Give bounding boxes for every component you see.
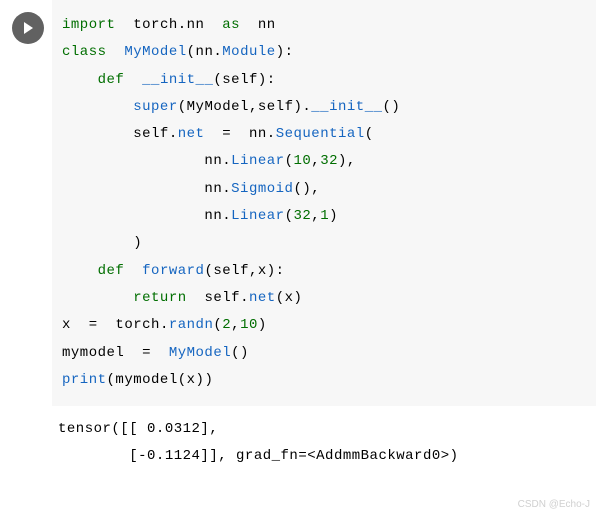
- play-icon: [21, 21, 35, 35]
- var-x3: x: [187, 372, 196, 388]
- num-10b: 10: [240, 317, 258, 333]
- num-2: 2: [222, 317, 231, 333]
- watermark: CSDN @Echo-J: [518, 499, 590, 510]
- class-mymodel2: MyModel: [169, 345, 231, 361]
- code-editor[interactable]: import torch.nn as nn class MyModel(nn.M…: [52, 0, 596, 406]
- num-32a: 32: [320, 153, 338, 169]
- num-10a: 10: [293, 153, 311, 169]
- arg-self2: self: [213, 263, 249, 279]
- class-module: Module: [222, 44, 275, 60]
- class-linear2: Linear: [231, 208, 284, 224]
- keyword-def2: def: [98, 263, 125, 279]
- attr-net2: net: [249, 290, 276, 306]
- fn-super: super: [133, 99, 178, 115]
- class-sequential: Sequential: [276, 126, 365, 142]
- ident-nn-seq: nn: [249, 126, 267, 142]
- attr-net: net: [178, 126, 205, 142]
- ident-mymodel: MyModel: [187, 99, 249, 115]
- mod-torch2: torch: [115, 317, 160, 333]
- module-torch: torch: [133, 17, 178, 33]
- arg-self: self: [222, 72, 258, 88]
- keyword-return: return: [133, 290, 186, 306]
- code-cell: import torch.nn as nn class MyModel(nn.M…: [0, 0, 596, 406]
- module-nn: nn: [187, 17, 205, 33]
- var-x-ret: x: [285, 290, 294, 306]
- class-mymodel: MyModel: [124, 44, 186, 60]
- ident-nn-lin1: nn: [204, 153, 222, 169]
- fn-randn: randn: [169, 317, 214, 333]
- run-button[interactable]: [12, 12, 44, 44]
- output-line-2: [-0.1124]], grad_fn=<AddmmBackward0>): [58, 448, 459, 464]
- ident-self: self: [258, 99, 294, 115]
- var-mymodel2: mymodel: [115, 372, 177, 388]
- var-mymodel: mymodel: [62, 345, 124, 361]
- class-sigmoid: Sigmoid: [231, 181, 293, 197]
- arg-x: x: [258, 263, 267, 279]
- fn-init-call: __init__: [311, 99, 382, 115]
- method-init: __init__: [142, 72, 213, 88]
- ident-self2: self: [204, 290, 240, 306]
- ident-self-attr: self: [133, 126, 169, 142]
- alias-nn: nn: [258, 17, 276, 33]
- fn-print: print: [62, 372, 107, 388]
- method-forward: forward: [142, 263, 204, 279]
- output-line-1: tensor([[ 0.0312],: [58, 421, 218, 437]
- ident-nn: nn: [196, 44, 214, 60]
- output-area: tensor([[ 0.0312], [-0.1124]], grad_fn=<…: [0, 406, 596, 469]
- class-linear1: Linear: [231, 153, 284, 169]
- num-1: 1: [320, 208, 329, 224]
- var-x: x: [62, 317, 71, 333]
- ident-nn-lin2: nn: [204, 208, 222, 224]
- keyword-import: import: [62, 17, 115, 33]
- num-32b: 32: [293, 208, 311, 224]
- ident-nn-sig: nn: [204, 181, 222, 197]
- keyword-class: class: [62, 44, 107, 60]
- keyword-def: def: [98, 72, 125, 88]
- keyword-as: as: [222, 17, 240, 33]
